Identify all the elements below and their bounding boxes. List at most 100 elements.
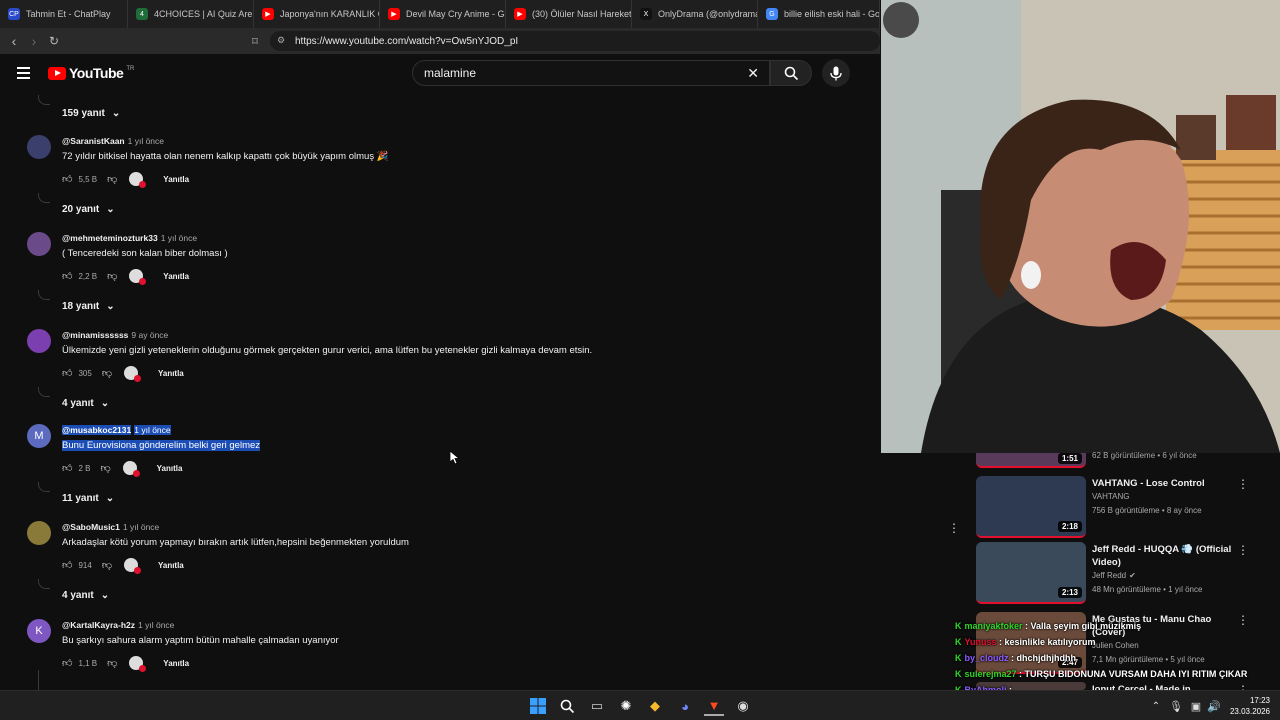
video-duration: 1:51 [1057, 453, 1082, 464]
replies-toggle-button[interactable]: 11 yanıt ⌄ [62, 493, 114, 504]
windows-start-icon[interactable] [528, 696, 548, 716]
display-icon[interactable]: ▣ [1186, 696, 1206, 716]
browser-tab[interactable]: X OnlyDrama (@onlydramaX [632, 0, 758, 28]
comment-author[interactable]: @musabkoc2131 1 yıl önce [62, 425, 171, 435]
comment-author[interactable]: @SaboMusic1 1 yıl önce [62, 522, 159, 532]
comment-handle[interactable]: @SaranistKaan [62, 136, 125, 146]
recommendation-channel[interactable]: Julien Cohen [1092, 641, 1139, 650]
comment-author[interactable]: @SaranistKaan 1 yıl önce [62, 136, 164, 146]
comment-timestamp[interactable]: 1 yıl önce [161, 233, 197, 243]
dislike-icon[interactable]: 👎︎ [107, 173, 117, 185]
avatar[interactable] [27, 329, 51, 353]
recommendation-channel[interactable]: Jeff Redd ✔ [1092, 571, 1136, 580]
comment-timestamp[interactable]: 1 yıl önce [128, 136, 164, 146]
replies-toggle-button[interactable]: 159 yanıt ⌄ [62, 108, 120, 119]
comment-timestamp[interactable]: 1 yıl önce [134, 425, 171, 435]
reply-button[interactable]: Yanıtla [163, 272, 189, 281]
comment-handle[interactable]: @minamissssss [62, 330, 128, 340]
microphone-icon[interactable]: 🎙 [1166, 696, 1186, 716]
clear-search-icon[interactable]: ✕ [747, 65, 759, 82]
chat-message: Kby_cloudz : dhchjdhjhdhh [955, 653, 1076, 663]
menu-icon[interactable] [17, 67, 30, 79]
comment-handle[interactable]: @mehmeteminozturk33 [62, 233, 158, 243]
chatgpt-icon[interactable]: ✺ [616, 696, 636, 716]
system-clock[interactable]: 17:23 23.03.2026 [1230, 695, 1270, 717]
comment-handle[interactable]: @musabkoc2131 [62, 425, 132, 435]
kick-badge-icon: K [955, 637, 962, 647]
avatar[interactable] [27, 135, 51, 159]
recommendation-title[interactable]: VAHTANG - Lose Control [1092, 477, 1232, 490]
like-icon[interactable]: 👍︎ [62, 657, 72, 669]
comment-author[interactable]: @mehmeteminozturk33 1 yıl önce [62, 233, 197, 243]
browser-tab[interactable]: 4 4CHOICES | AI Quiz Arena [128, 0, 254, 28]
browser-tab[interactable]: Gbillie eilish eski hali - Goo [758, 0, 880, 28]
comment-text: Bu şarkıyı sahura alarm yaptım bütün mah… [62, 635, 339, 646]
avatar[interactable]: K [27, 619, 51, 643]
reply-button[interactable]: Yanıtla [158, 561, 184, 570]
brave-browser-icon[interactable]: ▼ [704, 696, 724, 716]
reply-button[interactable]: Yanıtla [158, 369, 184, 378]
voice-search-button[interactable] [822, 59, 850, 87]
replies-toggle-button[interactable]: 18 yanıt ⌄ [62, 301, 115, 312]
dislike-icon[interactable]: 👎︎ [102, 559, 112, 571]
like-icon[interactable]: 👍︎ [62, 367, 72, 379]
like-icon[interactable]: 👍︎ [62, 270, 72, 282]
recommendation-title[interactable]: Jeff Redd - HUQQA 💨 (Official Video) [1092, 543, 1232, 569]
more-options-icon[interactable]: ⋮ [1237, 613, 1249, 627]
browser-tab[interactable]: ▶ (30) Ölüler Nasıl Hareket E [506, 0, 632, 28]
like-icon[interactable]: 👍︎ [62, 173, 72, 185]
comment-body: Arkadaşlar kötü yorum yapmayı bırakın ar… [62, 537, 409, 548]
dislike-icon[interactable]: 👎︎ [100, 462, 110, 474]
dislike-icon[interactable]: 👎︎ [107, 657, 117, 669]
avatar[interactable]: M [27, 424, 51, 448]
like-icon[interactable]: 👍︎ [62, 462, 72, 474]
more-options-icon[interactable]: ⋮ [1237, 543, 1249, 557]
chevron-up-icon[interactable]: ⌃ [1146, 696, 1166, 716]
recommendation-thumbnail[interactable]: 2:18 [976, 476, 1086, 538]
replies-toggle-button[interactable]: 4 yanıt ⌄ [62, 398, 109, 409]
volume-icon[interactable]: 🔊 [1204, 696, 1224, 716]
more-options-icon[interactable]: ⋮ [948, 521, 960, 535]
youtube-logo[interactable]: YouTube TR [48, 65, 134, 81]
replies-toggle-button[interactable]: 20 yanıt ⌄ [62, 204, 115, 215]
dislike-icon[interactable]: 👎︎ [102, 367, 112, 379]
comment-handle[interactable]: @KartalKayra-h2z [62, 620, 135, 630]
microphone-icon [830, 66, 842, 80]
browser-tab[interactable]: ▶ Devil May Cry Anime - Gö [380, 0, 506, 28]
comment-timestamp[interactable]: 1 yıl önce [123, 522, 159, 532]
comment-timestamp[interactable]: 1 yıl önce [138, 620, 174, 630]
comment-timestamp[interactable]: 9 ay önce [131, 330, 168, 340]
creator-heart-avatar [123, 558, 141, 574]
search-button[interactable] [770, 60, 812, 86]
comment-author[interactable]: @minamissssss 9 ay önce [62, 330, 168, 340]
dislike-icon[interactable]: 👎︎ [107, 270, 117, 282]
obs-icon[interactable]: ◉ [733, 696, 753, 716]
recommendation-thumbnail[interactable]: 2:13 [976, 542, 1086, 604]
back-icon[interactable]: ‹ [4, 31, 24, 51]
browser-tab[interactable]: CP Tahmin Et - ChatPlay [0, 0, 128, 28]
like-icon[interactable]: 👍︎ [62, 559, 72, 571]
url-field[interactable]: ⚙ https://www.youtube.com/watch?v=Ow5nYJ… [270, 31, 880, 51]
recommendation-channel[interactable]: VAHTANG [1092, 492, 1129, 501]
app-icon[interactable]: ◆ [645, 696, 665, 716]
search-icon[interactable] [557, 696, 577, 716]
discord-icon[interactable]: ◕ [675, 696, 695, 716]
avatar[interactable] [27, 521, 51, 545]
bookmark-icon[interactable]: ⌑ [245, 31, 265, 51]
file-explorer-icon[interactable]: ▭ [587, 696, 607, 716]
site-info-icon[interactable]: ⚙ [277, 35, 285, 46]
comment-actions: 👍︎ 1,1 B 👎︎ Yanıtla [62, 656, 189, 672]
reply-button[interactable]: Yanıtla [163, 659, 189, 668]
reload-icon[interactable]: ↻ [44, 31, 64, 51]
browser-tab[interactable]: ▶ Japonya'nın KARANLIK Ge [254, 0, 380, 28]
reply-button[interactable]: Yanıtla [157, 464, 183, 473]
avatar[interactable] [27, 232, 51, 256]
comment-handle[interactable]: @SaboMusic1 [62, 522, 120, 532]
comment-author[interactable]: @KartalKayra-h2z 1 yıl önce [62, 620, 174, 630]
reply-button[interactable]: Yanıtla [163, 175, 189, 184]
recommendation-thumbnail[interactable]: 1:51 [976, 453, 1086, 468]
more-options-icon[interactable]: ⋮ [1237, 477, 1249, 491]
search-input[interactable]: malamine ✕ [412, 60, 770, 86]
replies-toggle-button[interactable]: 4 yanıt ⌄ [62, 590, 109, 601]
forward-icon[interactable]: › [24, 31, 44, 51]
